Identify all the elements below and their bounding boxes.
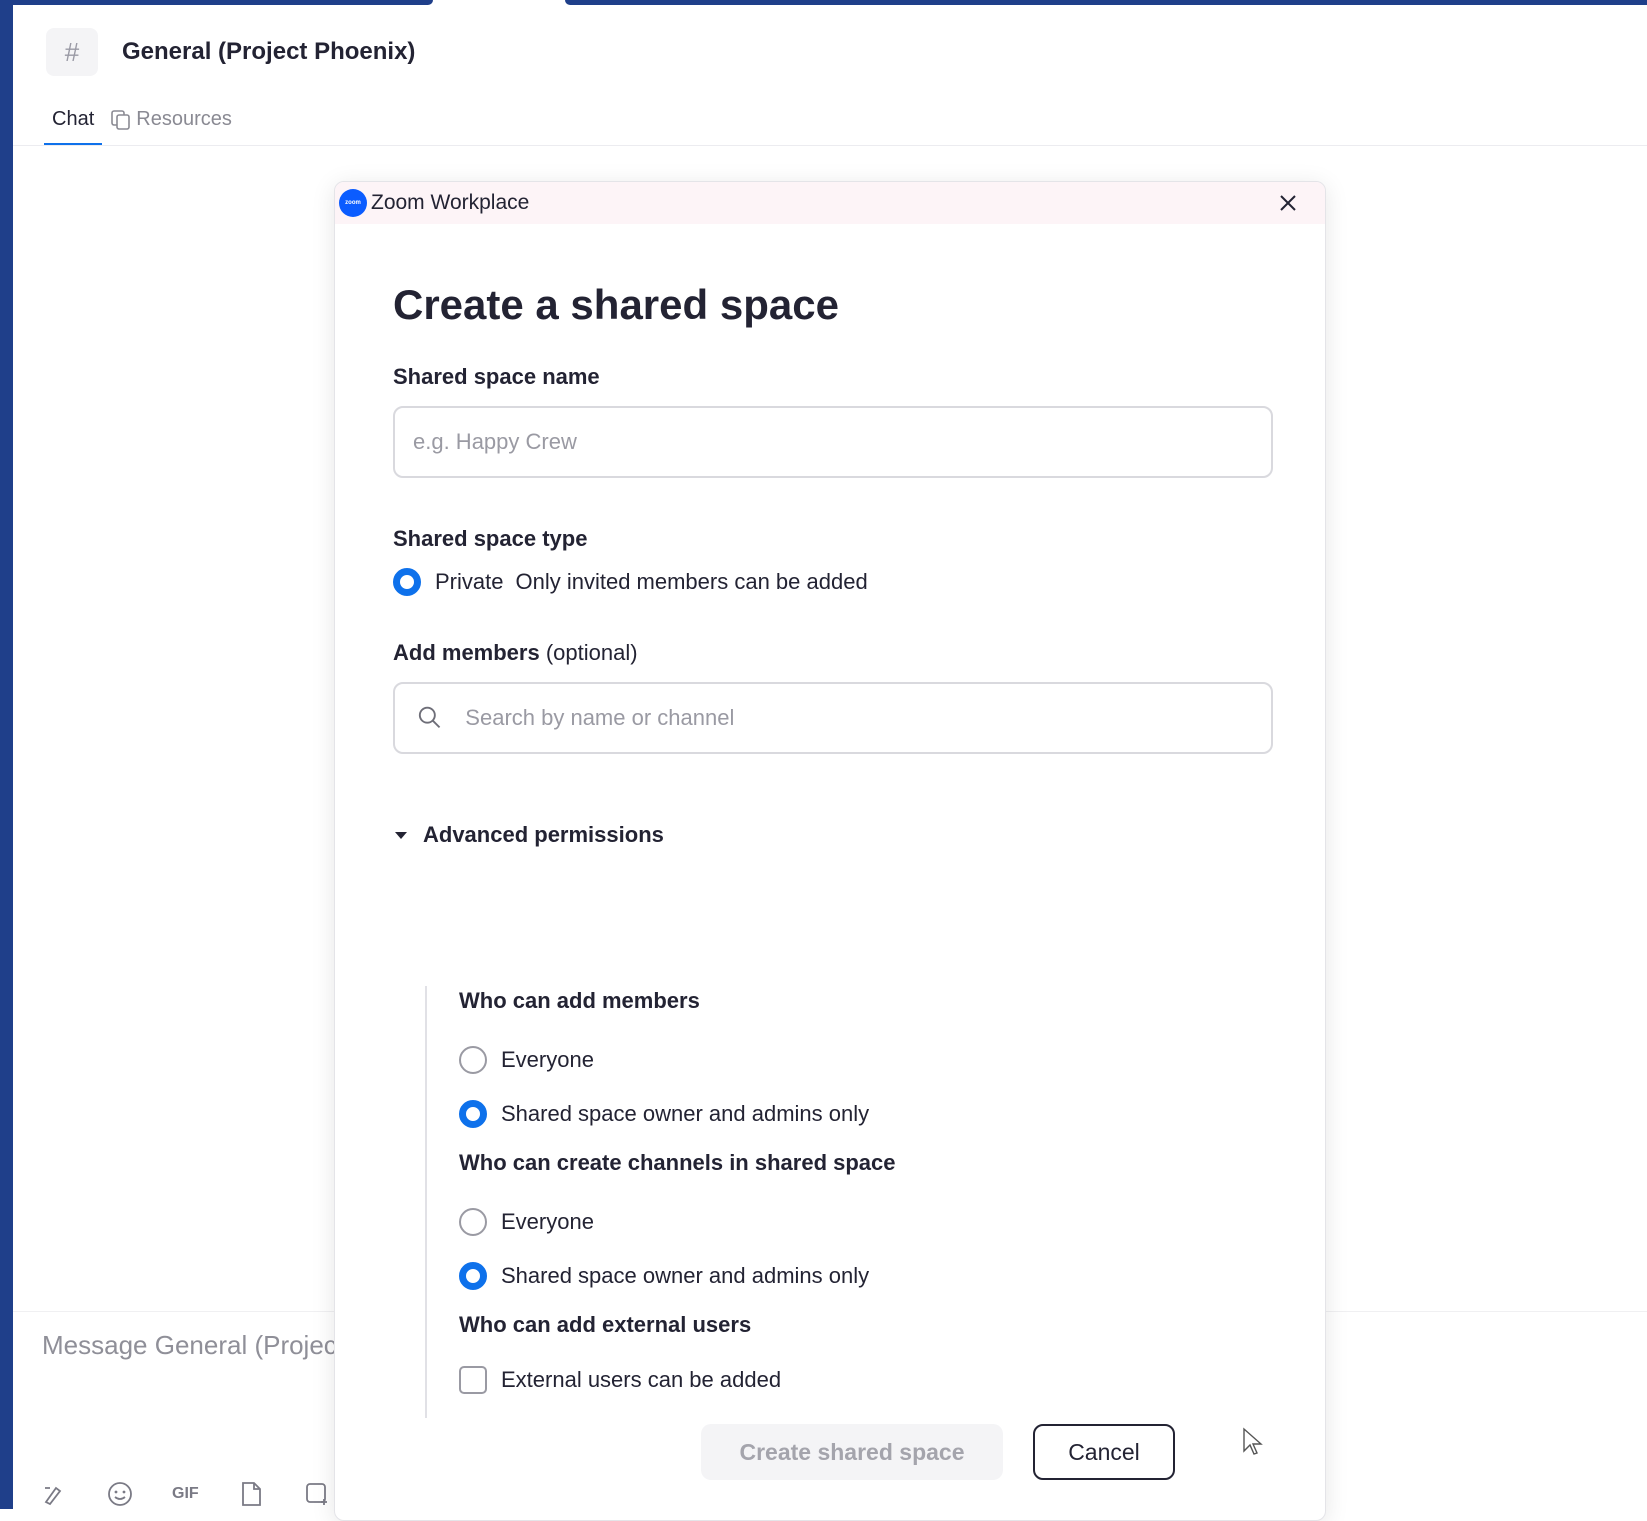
advanced-permissions-panel: Who can add members Everyone Shared spac… — [425, 986, 896, 1418]
emoji-icon[interactable] — [106, 1480, 134, 1508]
tabs-divider — [13, 145, 1647, 146]
close-button[interactable] — [1273, 188, 1303, 218]
dialog-body: Create a shared space Shared space name … — [335, 281, 1325, 1418]
add-members-owner-option[interactable]: Shared space owner and admins only — [459, 1100, 896, 1128]
members-label-optional: (optional) — [545, 640, 638, 665]
shared-space-name-input[interactable] — [411, 428, 1271, 456]
members-field-label: Add members (optional) — [393, 640, 1325, 666]
create-channels-everyone-radio[interactable] — [459, 1208, 487, 1236]
create-shared-space-button[interactable]: Create shared space — [701, 1424, 1003, 1480]
top-bar-left — [13, 0, 433, 5]
resources-icon — [111, 110, 131, 130]
screenshot-icon[interactable] — [303, 1480, 331, 1508]
external-users-option[interactable]: External users can be added — [459, 1366, 896, 1394]
dialog-app-title: Zoom Workplace — [371, 191, 530, 214]
external-users-checkbox[interactable] — [459, 1366, 487, 1394]
gif-icon[interactable]: GIF — [172, 1480, 199, 1508]
cancel-button[interactable]: Cancel — [1033, 1424, 1175, 1480]
search-icon — [418, 706, 441, 729]
type-private-radio[interactable] — [393, 568, 421, 596]
type-private-option[interactable]: Private Only invited members can be adde… — [393, 568, 1325, 596]
external-users-perm-label: Who can add external users — [459, 1312, 752, 1337]
add-members-perm-label: Who can add members — [459, 988, 700, 1013]
create-shared-space-dialog: zoom Zoom Workplace Create a shared spac… — [334, 181, 1326, 1521]
add-members-owner-label: Shared space owner and admins only — [501, 1101, 870, 1126]
members-search-input[interactable] — [463, 704, 1271, 732]
tab-resources[interactable]: Resources — [102, 104, 240, 146]
app-sidebar-edge — [0, 0, 13, 1509]
message-composer[interactable]: Message General (Projec — [42, 1330, 337, 1361]
members-label-text: Add members — [393, 640, 540, 665]
channel-title: General (Project Phoenix) — [122, 38, 416, 65]
tab-chat[interactable]: Chat — [44, 104, 103, 146]
mouse-pointer-icon — [1243, 1427, 1263, 1455]
add-members-everyone-option[interactable]: Everyone — [459, 1046, 896, 1074]
dialog-footer: Create shared space Cancel — [701, 1424, 1175, 1480]
dialog-heading: Create a shared space — [393, 281, 839, 328]
format-icon[interactable] — [40, 1480, 68, 1508]
channel-tabs: Chat Resources — [44, 104, 240, 146]
create-channels-perm-label: Who can create channels in shared space — [459, 1150, 896, 1175]
channel-header: # General (Project Phoenix) — [46, 28, 415, 76]
external-users-label: External users can be added — [501, 1367, 782, 1392]
close-icon — [1280, 195, 1296, 211]
create-channels-everyone-option[interactable]: Everyone — [459, 1208, 896, 1236]
create-channels-owner-option[interactable]: Shared space owner and admins only — [459, 1262, 896, 1290]
create-channels-owner-label: Shared space owner and admins only — [501, 1263, 870, 1288]
tab-resources-label: Resources — [136, 108, 232, 130]
zoom-logo-icon: zoom — [339, 189, 367, 217]
add-members-owner-radio[interactable] — [459, 1100, 487, 1128]
name-field-label: Shared space name — [393, 364, 600, 389]
create-channels-everyone-label: Everyone — [501, 1209, 594, 1234]
members-search-field[interactable] — [393, 682, 1273, 754]
create-channels-owner-radio[interactable] — [459, 1262, 487, 1290]
type-field-label: Shared space type — [393, 526, 588, 551]
top-bar-right — [565, 0, 1647, 5]
caret-down-icon — [395, 831, 407, 839]
add-members-everyone-label: Everyone — [501, 1047, 594, 1072]
type-private-label: Private — [435, 569, 504, 594]
hash-icon: # — [46, 28, 98, 76]
name-field[interactable] — [393, 406, 1273, 478]
dialog-titlebar: zoom Zoom Workplace — [335, 182, 1325, 224]
advanced-permissions-toggle[interactable]: Advanced permissions — [393, 822, 1325, 848]
file-icon[interactable] — [237, 1480, 265, 1508]
add-members-everyone-radio[interactable] — [459, 1046, 487, 1074]
composer-toolbar: GIF — [40, 1480, 331, 1508]
advanced-permissions-label: Advanced permissions — [423, 822, 664, 847]
type-private-desc: Only invited members can be added — [515, 569, 868, 594]
